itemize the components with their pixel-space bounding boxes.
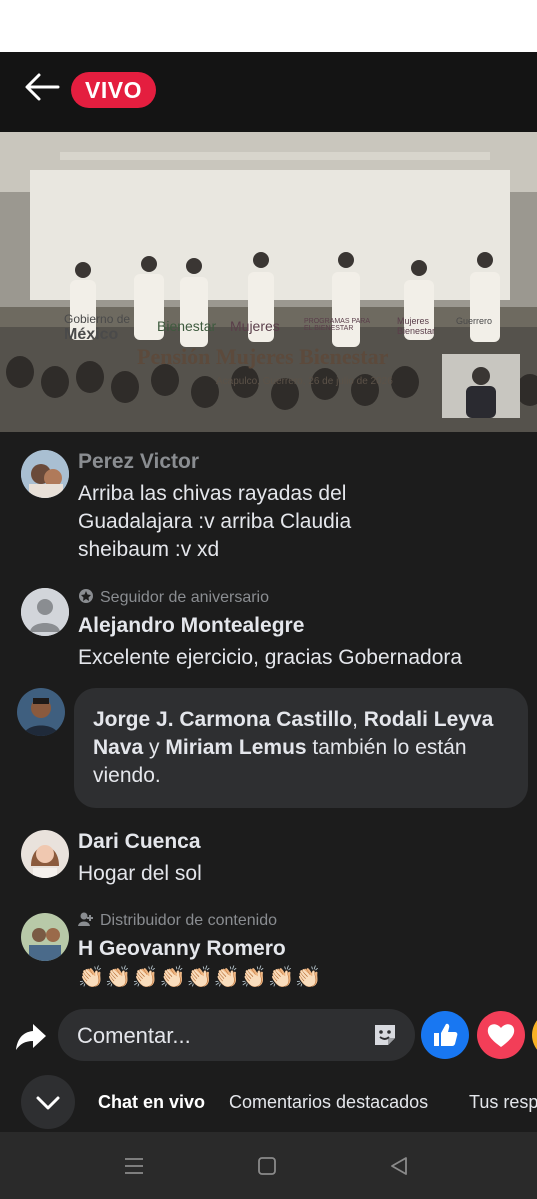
comment-author[interactable]: H Geovanny Romero <box>78 937 286 961</box>
avatar[interactable] <box>17 688 65 736</box>
chevron-down-icon <box>36 1096 60 1110</box>
comment-composer: Comentar... <box>0 1005 537 1070</box>
tab-live-chat[interactable]: Chat en vivo <box>98 1092 205 1113</box>
live-video[interactable]: Gobierno de México Bienestar Mujeres PROG… <box>0 132 537 432</box>
sticker-icon[interactable] <box>371 1021 399 1049</box>
comment-badge: Seguidor de aniversario <box>78 588 269 607</box>
avatar[interactable] <box>21 830 69 878</box>
anniversary-badge-icon <box>79 589 93 603</box>
love-reaction-icon[interactable] <box>476 1010 526 1060</box>
avatar[interactable] <box>21 588 69 636</box>
video-logo-programas: PROGRAMAS PARA EL BIENESTAR <box>304 318 370 332</box>
viewers-notice: Jorge J. Carmona Castillo, Rodali Leyva … <box>74 688 528 808</box>
collapse-button[interactable] <box>21 1075 75 1129</box>
more-reactions-icon[interactable] <box>531 1010 537 1060</box>
comment-author[interactable]: Dari Cuenca <box>78 830 201 854</box>
comment-text: Hogar del sol <box>78 862 202 885</box>
back-arrow-icon[interactable] <box>22 70 62 104</box>
comment-input[interactable]: Comentar... <box>58 1009 415 1061</box>
avatar[interactable] <box>21 913 69 961</box>
live-chat[interactable]: Perez Victor Arriba las chivas rayadas d… <box>0 432 537 1005</box>
comment-badge: Distribuidor de contenido <box>78 911 277 930</box>
video-banner-subtitle: Acapulco, Guerrero, 26 de julio de 2026 <box>216 376 393 387</box>
video-logo-mujeres-bienestar: Mujeres Bienestar <box>397 316 436 336</box>
video-frame <box>0 132 537 432</box>
video-logo-mujeres: Mujeres <box>230 318 280 334</box>
share-icon[interactable] <box>14 1019 48 1053</box>
content-distributor-icon <box>78 912 93 926</box>
comment-text: 👏🏻👏🏻👏🏻👏🏻👏🏻👏🏻👏🏻👏🏻👏🏻 <box>78 966 323 989</box>
chat-tabs: Chat en vivo Comentarios destacados Tus … <box>0 1070 537 1132</box>
avatar[interactable] <box>21 450 69 498</box>
like-reaction-icon[interactable] <box>420 1010 470 1060</box>
recent-apps-icon[interactable] <box>122 1154 146 1178</box>
video-banner-title: Pensión Mujeres Bienestar <box>137 344 389 369</box>
comment-text: Arriba las chivas rayadas del Guadalajar… <box>78 482 352 561</box>
viewer-name[interactable]: Jorge J. Carmona Castillo <box>93 708 352 731</box>
back-icon[interactable] <box>387 1154 411 1178</box>
live-badge: VIVO <box>71 72 156 108</box>
tab-featured-comments[interactable]: Comentarios destacados <box>229 1092 428 1113</box>
comment-author[interactable]: Perez Victor <box>78 450 199 474</box>
video-logo-bienestar: Bienestar <box>157 318 217 334</box>
home-icon[interactable] <box>255 1154 279 1178</box>
video-logo-guerrero: Guerrero <box>456 316 493 326</box>
tab-your-replies[interactable]: Tus resp <box>469 1092 537 1113</box>
status-bar <box>0 0 537 52</box>
viewer-name[interactable]: Miriam Lemus <box>165 736 306 759</box>
top-bar: VIVO <box>0 52 537 132</box>
android-nav-bar <box>0 1132 537 1199</box>
comment-input-placeholder: Comentar... <box>77 1023 191 1048</box>
comment-text: Excelente ejercicio, gracias Gobernadora <box>78 646 463 669</box>
video-logo-gobierno: Gobierno de México <box>64 312 131 343</box>
comment-author[interactable]: Alejandro Montealegre <box>78 614 304 638</box>
